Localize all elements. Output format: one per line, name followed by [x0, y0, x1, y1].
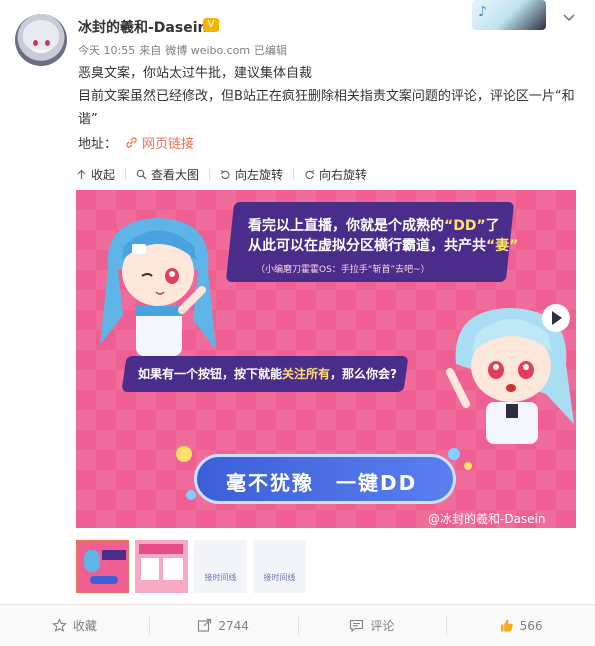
favorite-label: 收藏: [72, 619, 97, 633]
view-large-label: 查看大图: [151, 167, 200, 182]
username[interactable]: 冰封的羲和-Dasein: [78, 17, 207, 37]
rotate-right-button[interactable]: 向右旋转: [304, 167, 377, 182]
bubble-top-line2: 从此可以在虚拟分区横行霸道，共产共: [248, 238, 486, 254]
decor-dot: [464, 462, 472, 470]
link-icon: [126, 137, 137, 148]
collapse-label: 收起: [91, 167, 116, 182]
image-watermark: @冰封的羲和-Dasein: [428, 512, 546, 526]
post-time[interactable]: 今天 10:55: [78, 44, 135, 57]
bubble-top-suffix: 了: [485, 218, 500, 234]
bubble-top-subtext: （小编磨刀霍霍OS：手拉手“斩首”去吧~）: [256, 265, 430, 275]
decor-dot: [186, 490, 196, 500]
anime-character-left: [100, 218, 216, 356]
media-toolbar: 收起 查看大图 向左旋转 向右旋转: [76, 164, 387, 184]
repost-icon: [198, 618, 212, 632]
source-prefix: 来自: [139, 44, 162, 57]
source-link[interactable]: 微博 weibo.com: [165, 44, 250, 57]
anime-character-right: [446, 304, 574, 444]
weibo-post: 冰封的羲和-Dasein V 今天 10:55 来自 微博 weibo.com 已编辑…: [0, 0, 595, 646]
post-meta: 今天 10:55 来自 微博 weibo.com 已编辑: [78, 42, 291, 58]
collapse-button[interactable]: 收起: [76, 167, 127, 182]
repost-button[interactable]: 2744: [148, 605, 298, 646]
edited-label[interactable]: 已编辑: [254, 44, 287, 57]
thumbnail[interactable]: 接时间线: [253, 540, 306, 593]
bubble-middle-text: 如果有一个按钮，按下就能关注所有，那么你会?: [138, 365, 397, 382]
post-line: 目前文案虽然已经修改，但B站正在疯狂删除相关指责文案问题的评论，评论区一片“和谐…: [78, 89, 575, 127]
decor-dot: [448, 448, 460, 460]
thumbnail-strip: 接时间线 接时间线: [76, 540, 306, 593]
thumbnail-label: 接时间线: [263, 573, 296, 582]
thumbnail[interactable]: [135, 540, 188, 593]
thumbs-up-icon: [500, 619, 513, 632]
rotate-left-icon: [220, 169, 230, 179]
rotate-right-label: 向右旋转: [319, 167, 368, 182]
address-label: 地址：: [78, 137, 118, 152]
web-link[interactable]: 网页链接: [125, 133, 194, 152]
like-count: 566: [519, 618, 543, 633]
favorite-button[interactable]: 收藏: [0, 605, 149, 646]
thumbnail[interactable]: 接时间线: [194, 540, 247, 593]
chevron-down-icon[interactable]: [562, 10, 576, 24]
dd-button-text: 毫不犹豫 一键DD: [226, 471, 418, 495]
vip-badge-icon: V: [203, 18, 219, 32]
comment-label: 评论: [370, 619, 395, 633]
header-decoration-image: ♪: [472, 0, 546, 30]
view-large-button[interactable]: 查看大图: [136, 167, 211, 182]
bubble-top-dd: “DD”: [444, 218, 486, 234]
bubble-top-line1: 看完以上直播，你就是个成熟的: [248, 218, 444, 234]
post-content: 恶臭文案，你站太过牛批，建议集体自裁 目前文案虽然已经修改，但B站正在疯狂删除相…: [78, 62, 578, 131]
bubble-top-qi: “妻”: [486, 238, 519, 254]
post-line: 恶臭文案，你站太过牛批，建议集体自裁: [78, 66, 313, 81]
bubble-middle-highlight: 关注所有: [282, 367, 331, 381]
thumbnail-label: 接时间线: [204, 573, 237, 582]
comment-icon: [350, 619, 364, 633]
thumbnail[interactable]: [76, 540, 129, 593]
bubble-middle-prefix: 如果有一个按钮，按下就能: [138, 367, 283, 381]
comment-button[interactable]: 评论: [297, 605, 447, 646]
arrow-up-icon: [77, 169, 86, 179]
star-icon: [52, 618, 67, 632]
post-image[interactable]: 看完以上直播，你就是个成熟的“DD”了 从此可以在虚拟分区横行霸道，共产共“妻”…: [76, 190, 576, 528]
magnifier-icon: [136, 169, 147, 179]
like-button[interactable]: 566: [446, 605, 595, 646]
rotate-left-label: 向左旋转: [235, 167, 284, 182]
address-line: 地址： 网页链接: [78, 133, 194, 152]
action-bar: 收藏 2744 评论 566: [0, 604, 595, 646]
rotate-right-icon: [305, 169, 315, 179]
rotate-left-button[interactable]: 向左旋转: [220, 167, 295, 182]
bubble-middle-suffix: ，那么你会?: [330, 367, 397, 381]
decor-dot: [176, 446, 192, 462]
bubble-top-text: 看完以上直播，你就是个成熟的“DD”了 从此可以在虚拟分区横行霸道，共产共“妻”: [248, 216, 518, 256]
repost-count: 2744: [218, 618, 249, 633]
web-link-label: 网页链接: [142, 137, 195, 152]
avatar[interactable]: [15, 14, 67, 66]
